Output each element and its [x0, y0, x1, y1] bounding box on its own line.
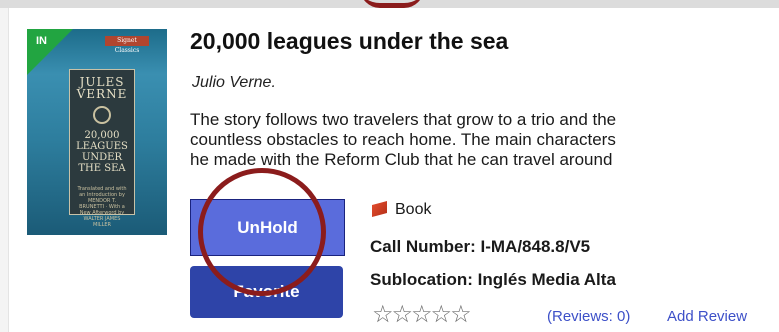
sublocation: Sublocation: Inglés Media Alta [370, 270, 616, 289]
book-author[interactable]: Julio Verne. [192, 74, 276, 92]
cover-author-art: JULES VERNE [76, 75, 128, 101]
publisher-logo: Signet Classics [105, 36, 149, 54]
cover-title-art: 20,000 LEAGUES UNDER THE SEA [76, 130, 128, 174]
format-indicator: Book [372, 200, 432, 219]
call-number: Call Number: I-MA/848.8/V5 [370, 237, 591, 256]
cover-credits: Translated and with an Introduction by M… [77, 186, 127, 228]
cover-panel: JULES VERNE 20,000 LEAGUES UNDER THE SEA… [69, 69, 135, 228]
reviews-link[interactable]: (Reviews: 0) [547, 308, 630, 325]
format-label: Book [395, 201, 432, 218]
availability-badge: IN [36, 35, 47, 47]
book-cover[interactable]: IN Signet Classics JULES VERNE 20,000 LE… [27, 29, 167, 235]
book-title[interactable]: 20,000 leagues under the sea [190, 28, 508, 55]
annotation-circle [198, 168, 326, 296]
book-icon [372, 200, 387, 218]
availability-ribbon [27, 29, 73, 75]
cover-emblem-icon [93, 106, 111, 124]
star-rating[interactable]: ☆☆☆☆☆ [372, 300, 472, 328]
add-review-link[interactable]: Add Review [667, 308, 747, 325]
